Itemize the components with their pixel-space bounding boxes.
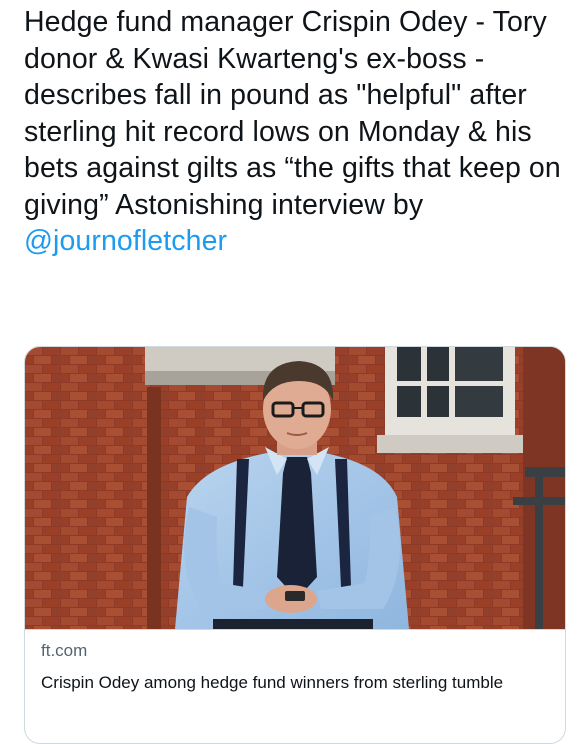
tweet-body: Hedge fund manager Crispin Odey - Tory d… [24, 6, 561, 221]
card-title[interactable]: Crispin Odey among hedge fund winners fr… [41, 670, 549, 696]
tweet-text: Hedge fund manager Crispin Odey - Tory d… [24, 4, 574, 260]
card-photo [25, 347, 565, 629]
mention-link[interactable]: @journofletcher [24, 225, 227, 257]
link-card[interactable]: ft.com Crispin Odey among hedge fund win… [24, 346, 566, 744]
card-domain: ft.com [41, 641, 88, 660]
card-image[interactable] [25, 347, 565, 630]
card-meta: ft.com Crispin Odey among hedge fund win… [25, 630, 565, 696]
